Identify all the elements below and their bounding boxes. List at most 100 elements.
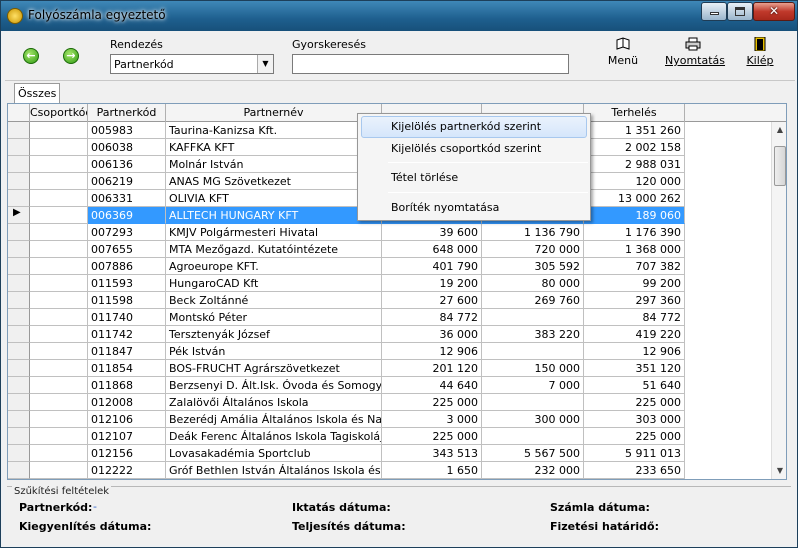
cell-debit[interactable]: 1 351 260: [584, 122, 685, 139]
cell-amount-1[interactable]: 3 000: [382, 411, 482, 428]
cell-partner-name[interactable]: ANAS MG Szövetkezet: [166, 173, 382, 190]
row-indicator[interactable]: [8, 343, 30, 360]
row-indicator[interactable]: [8, 156, 30, 173]
cell-group-code[interactable]: [30, 275, 88, 292]
row-indicator[interactable]: [8, 462, 30, 479]
row-indicator[interactable]: [8, 326, 30, 343]
row-indicator[interactable]: [8, 428, 30, 445]
cell-debit[interactable]: 303 000: [584, 411, 685, 428]
cell-group-code[interactable]: [30, 411, 88, 428]
cell-debit[interactable]: 84 772: [584, 309, 685, 326]
cell-amount-1[interactable]: 39 600: [382, 224, 482, 241]
maximize-button[interactable]: [727, 2, 753, 21]
cell-debit[interactable]: 1 176 390: [584, 224, 685, 241]
cell-partner-code[interactable]: 012008: [88, 394, 166, 411]
arrow-right-icon[interactable]: →: [63, 48, 79, 64]
cell-amount-2[interactable]: [482, 428, 584, 445]
cell-debit[interactable]: 233 650: [584, 462, 685, 479]
cell-partner-code[interactable]: 011868: [88, 377, 166, 394]
title-bar[interactable]: Folyószámla egyeztető ✕: [1, 1, 797, 31]
cell-amount-1[interactable]: 84 772: [382, 309, 482, 326]
cell-amount-2[interactable]: 720 000: [482, 241, 584, 258]
cell-partner-code[interactable]: 011593: [88, 275, 166, 292]
cell-partner-name[interactable]: Lovasakadémia Sportclub: [166, 445, 382, 462]
row-indicator[interactable]: [8, 360, 30, 377]
cell-amount-1[interactable]: 225 000: [382, 428, 482, 445]
cell-partner-name[interactable]: Taurina-Kanizsa Kft.: [166, 122, 382, 139]
cell-debit[interactable]: 225 000: [584, 394, 685, 411]
cell-partner-name[interactable]: Zalalövői Általános Iskola: [166, 394, 382, 411]
close-button[interactable]: ✕: [753, 2, 795, 21]
menu-button[interactable]: Menü: [605, 37, 641, 67]
cell-debit[interactable]: 5 911 013: [584, 445, 685, 462]
scroll-up-icon[interactable]: ▲: [772, 122, 786, 138]
row-indicator[interactable]: [8, 292, 30, 309]
cell-group-code[interactable]: [30, 428, 88, 445]
header-group-code[interactable]: Csoportkód: [30, 104, 88, 122]
cell-debit[interactable]: 189 060: [584, 207, 685, 224]
cell-amount-2[interactable]: 1 136 790: [482, 224, 584, 241]
table-row[interactable]: 011740 Montskó Péter 84 772 84 772: [8, 309, 768, 326]
menu-item-delete[interactable]: Tétel törlése: [361, 167, 587, 189]
cell-debit[interactable]: 13 000 262: [584, 190, 685, 207]
cell-group-code[interactable]: [30, 445, 88, 462]
table-row[interactable]: 012222 Gróf Bethlen István Általános Isko…: [8, 462, 768, 479]
cell-amount-1[interactable]: 36 000: [382, 326, 482, 343]
cell-partner-name[interactable]: KMJV Polgármesteri Hivatal: [166, 224, 382, 241]
print-button[interactable]: Nyomtatás: [665, 37, 725, 67]
search-input[interactable]: [292, 54, 569, 74]
cell-debit[interactable]: 351 120: [584, 360, 685, 377]
sort-select[interactable]: Partnerkód ▼: [110, 54, 274, 74]
table-row[interactable]: 011593 HungaroCAD Kft 19 200 80 000 99 200: [8, 275, 768, 292]
cell-partner-name[interactable]: HungaroCAD Kft: [166, 275, 382, 292]
cell-partner-name[interactable]: Deák Ferenc Általános Iskola Tagiskolája…: [166, 428, 382, 445]
chevron-down-icon[interactable]: ▼: [257, 55, 273, 73]
cell-partner-code[interactable]: 006136: [88, 156, 166, 173]
cell-amount-2[interactable]: 300 000: [482, 411, 584, 428]
cell-amount-2[interactable]: 150 000: [482, 360, 584, 377]
row-indicator[interactable]: [8, 411, 30, 428]
cell-group-code[interactable]: [30, 258, 88, 275]
cell-partner-code[interactable]: 012107: [88, 428, 166, 445]
row-indicator[interactable]: [8, 224, 30, 241]
cell-amount-2[interactable]: 7 000: [482, 377, 584, 394]
cell-partner-code[interactable]: 007293: [88, 224, 166, 241]
cell-group-code[interactable]: [30, 309, 88, 326]
cell-partner-name[interactable]: Montskó Péter: [166, 309, 382, 326]
cell-partner-code[interactable]: 012156: [88, 445, 166, 462]
cell-partner-code[interactable]: 011742: [88, 326, 166, 343]
table-row[interactable]: 011742 Tersztenyák József 36 000 383 220 419…: [8, 326, 768, 343]
tab-osszes[interactable]: Összes: [14, 83, 60, 103]
row-indicator[interactable]: [8, 394, 30, 411]
table-row[interactable]: 007293 KMJV Polgármesteri Hivatal 39 600 1 …: [8, 224, 768, 241]
cell-partner-code[interactable]: 007886: [88, 258, 166, 275]
cell-partner-name[interactable]: Molnár István: [166, 156, 382, 173]
cell-debit[interactable]: 1 368 000: [584, 241, 685, 258]
cell-debit[interactable]: 12 906: [584, 343, 685, 360]
table-row[interactable]: 012156 Lovasakadémia Sportclub 343 513 5 56…: [8, 445, 768, 462]
cell-group-code[interactable]: [30, 241, 88, 258]
cell-amount-2[interactable]: 5 567 500: [482, 445, 584, 462]
cell-debit[interactable]: 120 000: [584, 173, 685, 190]
cell-amount-2[interactable]: 232 000: [482, 462, 584, 479]
cell-amount-2[interactable]: [482, 309, 584, 326]
cell-debit[interactable]: 99 200: [584, 275, 685, 292]
cell-amount-1[interactable]: 12 906: [382, 343, 482, 360]
minimize-button[interactable]: [701, 2, 727, 21]
cell-partner-code[interactable]: 006219: [88, 173, 166, 190]
cell-partner-name[interactable]: OLIVIA KFT: [166, 190, 382, 207]
cell-debit[interactable]: 2 002 158: [584, 139, 685, 156]
cell-partner-code[interactable]: 012222: [88, 462, 166, 479]
cell-group-code[interactable]: [30, 394, 88, 411]
cell-group-code[interactable]: [30, 343, 88, 360]
menu-item-print-envelope[interactable]: Boríték nyomtatása: [361, 197, 587, 219]
cell-partner-name[interactable]: BOS-FRUCHT Agrárszövetkezet: [166, 360, 382, 377]
cell-debit[interactable]: 297 360: [584, 292, 685, 309]
row-indicator[interactable]: [8, 275, 30, 292]
table-row[interactable]: 012107 Deák Ferenc Általános Iskola Tagis…: [8, 428, 768, 445]
cell-group-code[interactable]: [30, 122, 88, 139]
cell-amount-2[interactable]: 383 220: [482, 326, 584, 343]
cell-group-code[interactable]: [30, 207, 88, 224]
cell-group-code[interactable]: [30, 190, 88, 207]
cell-partner-name[interactable]: Pék István: [166, 343, 382, 360]
